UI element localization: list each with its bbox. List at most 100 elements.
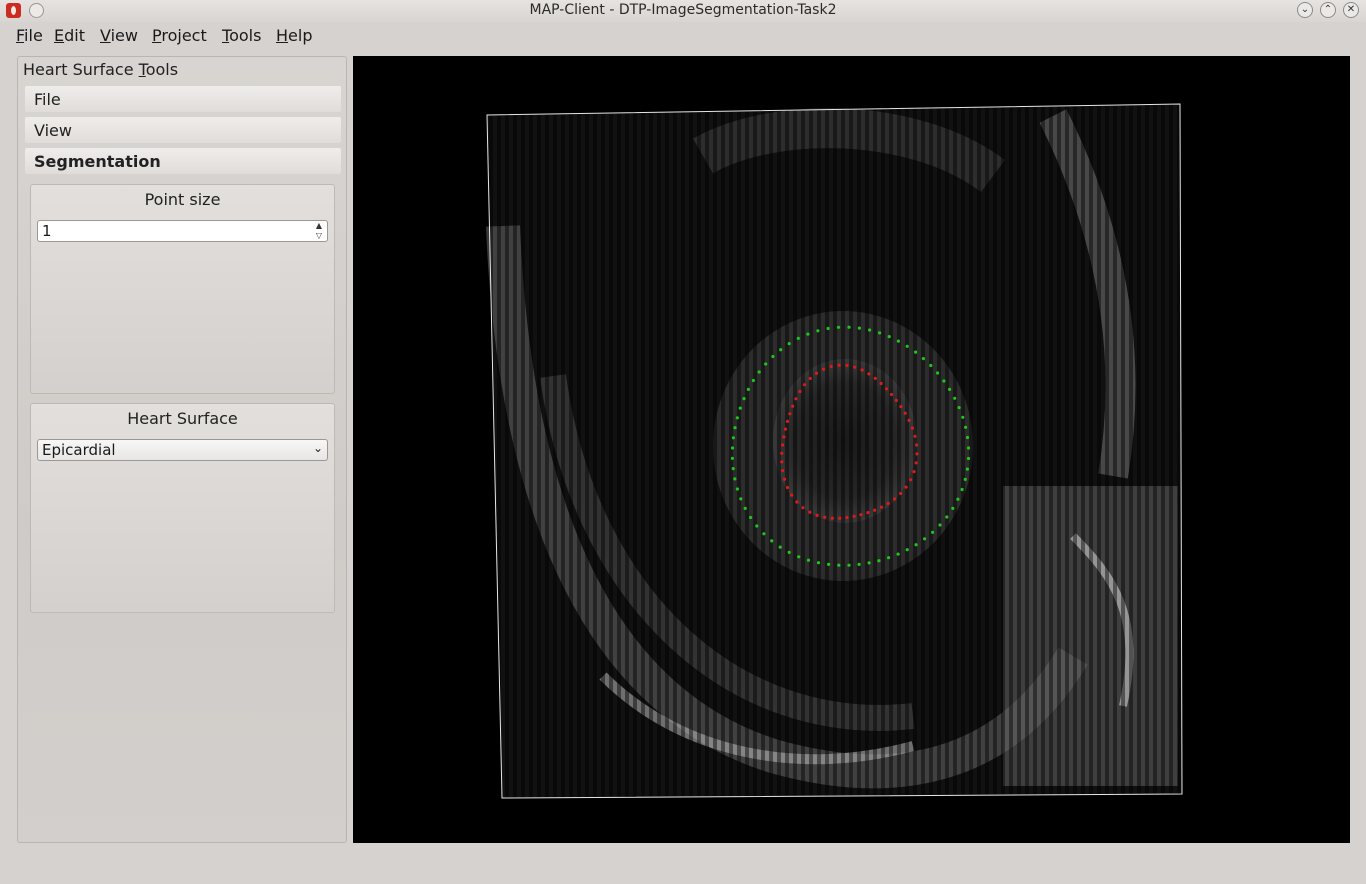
epicardial-contour-point[interactable]: [966, 446, 971, 450]
endocardial-contour-point[interactable]: [822, 367, 826, 371]
epicardial-contour-point[interactable]: [905, 548, 909, 552]
epicardial-contour-point[interactable]: [878, 331, 882, 335]
epicardial-contour-point[interactable]: [797, 555, 801, 559]
epicardial-contour-point[interactable]: [762, 532, 766, 536]
endocardial-contour-point[interactable]: [845, 363, 849, 368]
endocardial-contour-point[interactable]: [852, 514, 856, 518]
endocardial-contour-point[interactable]: [910, 426, 915, 430]
epicardial-contour-point[interactable]: [751, 378, 755, 383]
image-viewport[interactable]: [353, 56, 1350, 843]
epicardial-contour-point[interactable]: [867, 561, 871, 565]
epicardial-contour-point[interactable]: [764, 362, 768, 366]
epicardial-contour-point[interactable]: [749, 515, 753, 520]
endocardial-contour-point[interactable]: [780, 451, 784, 455]
epicardial-contour-point[interactable]: [857, 326, 861, 330]
menu-file[interactable]: File: [16, 26, 43, 45]
endocardial-contour-point[interactable]: [893, 497, 897, 501]
heart-surface-select[interactable]: Epicardial ⌄: [37, 439, 328, 461]
spin-arrows-icon[interactable]: ▲ ▽: [314, 221, 324, 241]
close-button[interactable]: ✕: [1343, 2, 1359, 18]
epicardial-contour-point[interactable]: [877, 559, 881, 563]
endocardial-contour-point[interactable]: [823, 515, 827, 519]
epicardial-contour-point[interactable]: [730, 446, 735, 450]
epicardial-contour-point[interactable]: [735, 487, 739, 491]
endocardial-contour-point[interactable]: [867, 372, 871, 376]
endocardial-contour-point[interactable]: [913, 434, 917, 438]
endocardial-contour-point[interactable]: [815, 513, 819, 517]
endocardial-contour-point[interactable]: [853, 365, 857, 369]
endocardial-contour-point[interactable]: [782, 477, 787, 481]
endocardial-contour-point[interactable]: [808, 510, 812, 514]
epicardial-contour-point[interactable]: [757, 370, 761, 374]
epicardial-contour-point[interactable]: [960, 487, 964, 492]
endocardial-contour-point[interactable]: [914, 461, 918, 465]
endocardial-contour-point[interactable]: [782, 435, 786, 439]
epicardial-contour-point[interactable]: [806, 332, 810, 336]
epicardial-contour-point[interactable]: [914, 350, 918, 354]
point-size-spinbox[interactable]: 1 ▲ ▽: [37, 220, 328, 242]
menu-edit[interactable]: Edit: [54, 26, 85, 45]
endocardial-contour-point[interactable]: [904, 485, 908, 489]
epicardial-contour-point[interactable]: [964, 425, 968, 429]
epicardial-contour-point[interactable]: [929, 363, 933, 368]
epicardial-contour-point[interactable]: [770, 539, 774, 543]
epicardial-contour-point[interactable]: [816, 329, 820, 333]
endocardial-contour-point[interactable]: [845, 515, 849, 520]
epicardial-contour-point[interactable]: [847, 325, 851, 329]
epicardial-contour-point[interactable]: [942, 379, 946, 383]
endocardial-contour-point[interactable]: [794, 397, 798, 401]
epicardial-contour-point[interactable]: [778, 545, 782, 549]
section-segmentation[interactable]: Segmentation: [25, 148, 341, 174]
endocardial-contour-point[interactable]: [879, 505, 884, 509]
epicardial-contour-point[interactable]: [806, 558, 811, 562]
endocardial-contour-point[interactable]: [912, 470, 916, 474]
epicardial-contour-point[interactable]: [963, 477, 967, 481]
epicardial-contour-point[interactable]: [837, 563, 841, 567]
epicardial-contour-point[interactable]: [965, 435, 970, 440]
section-file[interactable]: File: [25, 86, 341, 112]
endocardial-contour-point[interactable]: [884, 387, 889, 391]
epicardial-contour-point[interactable]: [731, 436, 735, 440]
endocardial-contour-point[interactable]: [860, 368, 864, 372]
endocardial-contour-point[interactable]: [837, 363, 841, 367]
epicardial-contour-point[interactable]: [945, 515, 949, 519]
endocardial-contour-point[interactable]: [873, 508, 877, 512]
menu-project[interactable]: Project: [152, 26, 207, 45]
endocardial-contour-point[interactable]: [899, 405, 903, 409]
endocardial-contour-point[interactable]: [783, 427, 788, 431]
epicardial-contour-point[interactable]: [779, 348, 783, 352]
endocardial-contour-point[interactable]: [873, 376, 877, 380]
epicardial-contour-point[interactable]: [746, 387, 750, 391]
epicardial-contour-point[interactable]: [966, 456, 971, 461]
endocardial-contour-point[interactable]: [808, 376, 812, 381]
endocardial-contour-point[interactable]: [830, 516, 834, 520]
endocardial-contour-point[interactable]: [889, 392, 894, 397]
epicardial-contour-point[interactable]: [787, 550, 791, 554]
endocardial-contour-point[interactable]: [903, 411, 907, 415]
epicardial-contour-point[interactable]: [914, 543, 918, 547]
endocardial-contour-point[interactable]: [798, 389, 802, 394]
endocardial-contour-point[interactable]: [915, 452, 919, 456]
epicardial-contour-point[interactable]: [956, 497, 960, 501]
endocardial-contour-point[interactable]: [899, 491, 903, 496]
endocardial-contour-point[interactable]: [791, 404, 795, 408]
endocardial-contour-point[interactable]: [781, 443, 785, 447]
minimize-button[interactable]: ⌄: [1297, 2, 1313, 18]
epicardial-contour-point[interactable]: [896, 339, 901, 343]
epicardial-contour-point[interactable]: [771, 354, 775, 359]
viewport-canvas[interactable]: [353, 56, 1350, 843]
endocardial-contour-point[interactable]: [795, 500, 799, 504]
endocardial-contour-point[interactable]: [909, 478, 913, 482]
endocardial-contour-point[interactable]: [879, 381, 883, 386]
endocardial-contour-point[interactable]: [838, 516, 842, 520]
epicardial-contour-point[interactable]: [936, 371, 940, 375]
epicardial-contour-point[interactable]: [938, 523, 942, 527]
endocardial-contour-point[interactable]: [907, 418, 911, 422]
endocardial-contour-point[interactable]: [790, 493, 794, 497]
endocardial-contour-point[interactable]: [801, 506, 805, 510]
epicardial-contour-point[interactable]: [816, 561, 821, 565]
epicardial-contour-point[interactable]: [735, 416, 739, 420]
epicardial-contour-point[interactable]: [827, 562, 831, 566]
epicardial-contour-point[interactable]: [953, 396, 957, 400]
epicardial-contour-point[interactable]: [739, 497, 743, 501]
